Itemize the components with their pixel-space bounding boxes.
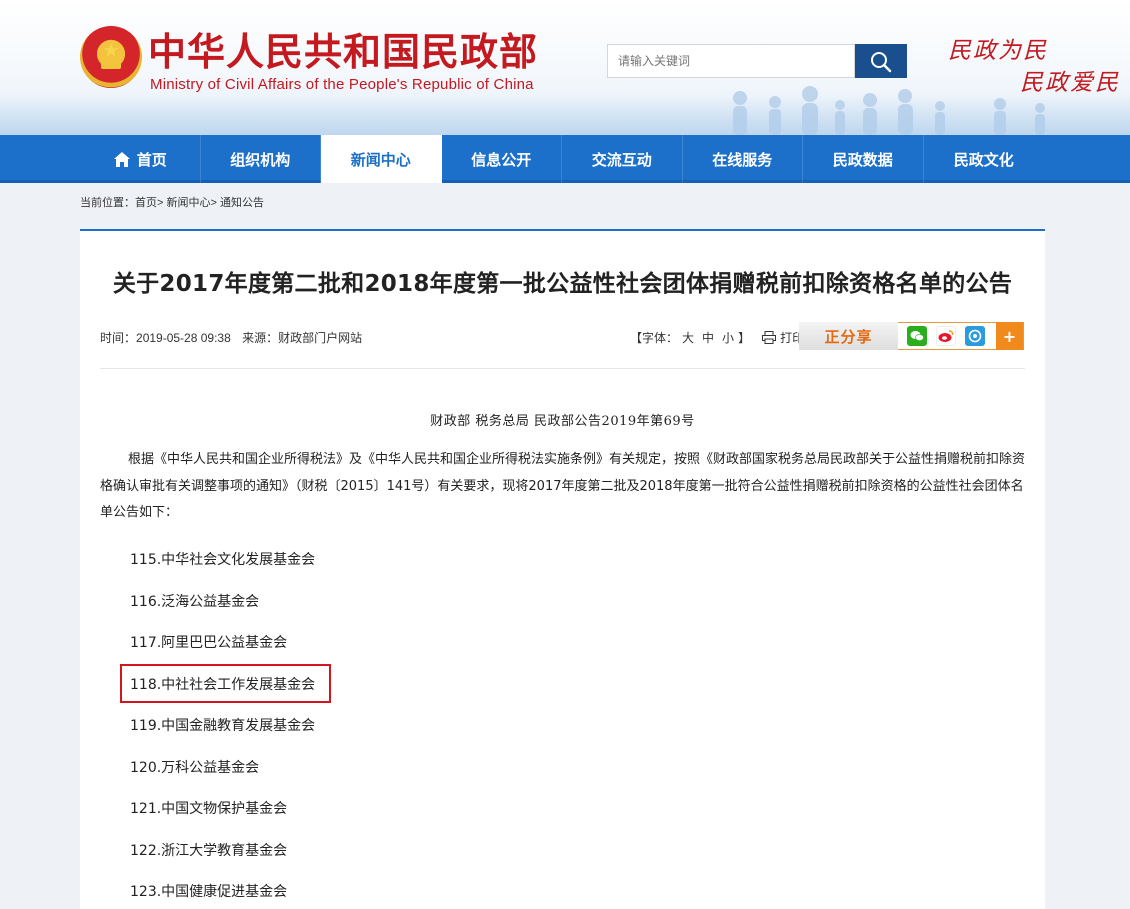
font-size-large[interactable]: 大 [682,331,694,345]
divider [100,368,1025,369]
article-paragraph: 根据《中华人民共和国企业所得税法》及《中华人民共和国企业所得税法实施条例》有关规… [100,452,1026,520]
highlight-box [120,664,331,703]
font-size-small[interactable]: 小 [722,331,734,345]
nav-item-label: 组织机构 [230,150,291,169]
breadcrumb-prefix: 当前位置： [80,197,135,209]
site-title[interactable]: 中华人民共和国民政部 [148,30,538,74]
printer-icon [762,331,777,344]
font-size-close: 】 [738,331,751,345]
weibo-share-icon[interactable] [936,326,956,346]
nav-item-label: 民政文化 [953,150,1014,169]
search-input[interactable] [607,44,855,78]
list-item: 121.中国文物保护基金会 [130,801,288,817]
nav-item-label: 在线服务 [712,150,773,169]
search-icon [871,52,892,73]
nav-item-information-disclosure[interactable]: 信息公开 [442,135,562,183]
search-button[interactable] [855,44,907,78]
share-label: 正分享 [799,322,898,350]
home-icon [113,151,130,167]
slogan-line1: 民政为民 [948,38,1048,64]
nav-item-label: 首页 [136,150,167,169]
source-label: 来源： [242,331,279,345]
article-tools: 【字体：大中小】 打印 [630,329,804,346]
nav-item-civil-culture[interactable]: 民政文化 [924,135,1045,183]
publish-time: 2019-05-28 09:38 [136,331,231,345]
breadcrumb-separator: > [210,197,217,209]
nav-item-organization[interactable]: 组织机构 [201,135,321,183]
article-source: 财政部门户网站 [278,331,363,345]
national-emblem-logo[interactable]: ★ [80,26,142,88]
font-size-switcher: 【字体：大中小】 [630,329,750,346]
breadcrumb-link-home[interactable]: 首页 [135,197,157,209]
announcement-number: 财政部 税务总局 民政部公告2019年第69号 [430,414,695,429]
breadcrumb-link-news[interactable]: 新闻中心 [167,197,211,209]
wechat-share-icon[interactable] [907,326,927,346]
breadcrumb-separator: > [157,197,164,209]
nav-item-label: 新闻中心 [350,150,411,169]
nav-item-label: 民政数据 [832,150,893,169]
more-share-icon[interactable]: + [996,322,1023,350]
search-bar [607,44,907,78]
list-item: 115.中华社会文化发展基金会 [130,552,316,568]
site-header: ★ 中华人民共和国民政部 Ministry of Civil Affairs o… [0,0,1130,135]
nav-item-interaction[interactable]: 交流互动 [562,135,683,183]
list-item: 122.浙江大学教育基金会 [130,842,288,859]
print-button[interactable]: 打印 [762,329,804,346]
site-subtitle: Ministry of Civil Affairs of the People'… [150,76,534,93]
list-item: 116.泛海公益基金会 [130,593,260,610]
nav-item-home[interactable]: 首页 [80,135,201,183]
article-card: 关于2017年度第二批和2018年度第一批公益性社会团体捐赠税前扣除资格名单的公… [80,229,1045,909]
font-size-label: 【字体： [630,331,679,345]
people-silhouette-decoration [733,86,1045,135]
nav-item-label: 信息公开 [471,150,532,169]
article-title: 关于2017年度第二批和2018年度第一批公益性社会团体捐赠税前扣除资格名单的公… [112,271,1013,297]
nav-item-news-center[interactable]: 新闻中心 [321,135,442,183]
time-label: 时间： [100,331,137,345]
list-item: 123.中国健康促进基金会 [130,884,288,900]
share-buttons: + [898,322,1024,350]
share-bar: 正分享 + [799,322,1024,350]
list-item: 119.中国金融教育发展基金会 [130,718,316,734]
organization-list: 115.中华社会文化发展基金会 116.泛海公益基金会 117.阿里巴巴公益基金… [130,549,315,909]
article-meta: 时间：2019-05-28 09:38 来源：财政部门户网站 [100,329,370,346]
qzone-share-icon[interactable] [965,326,985,346]
breadcrumb-link-notices[interactable]: 通知公告 [220,197,264,209]
list-item: 120.万科公益基金会 [130,759,260,776]
nav-item-civil-data[interactable]: 民政数据 [803,135,924,183]
breadcrumb: 当前位置：首页> 新闻中心> 通知公告 [80,194,264,210]
main-navigation: 首页 组织机构 新闻中心 信息公开 交流互动 在线服务 民政数据 民政文化 [0,135,1130,183]
font-size-medium[interactable]: 中 [702,331,714,345]
nav-item-online-service[interactable]: 在线服务 [683,135,803,183]
nav-item-label: 交流互动 [591,150,652,169]
